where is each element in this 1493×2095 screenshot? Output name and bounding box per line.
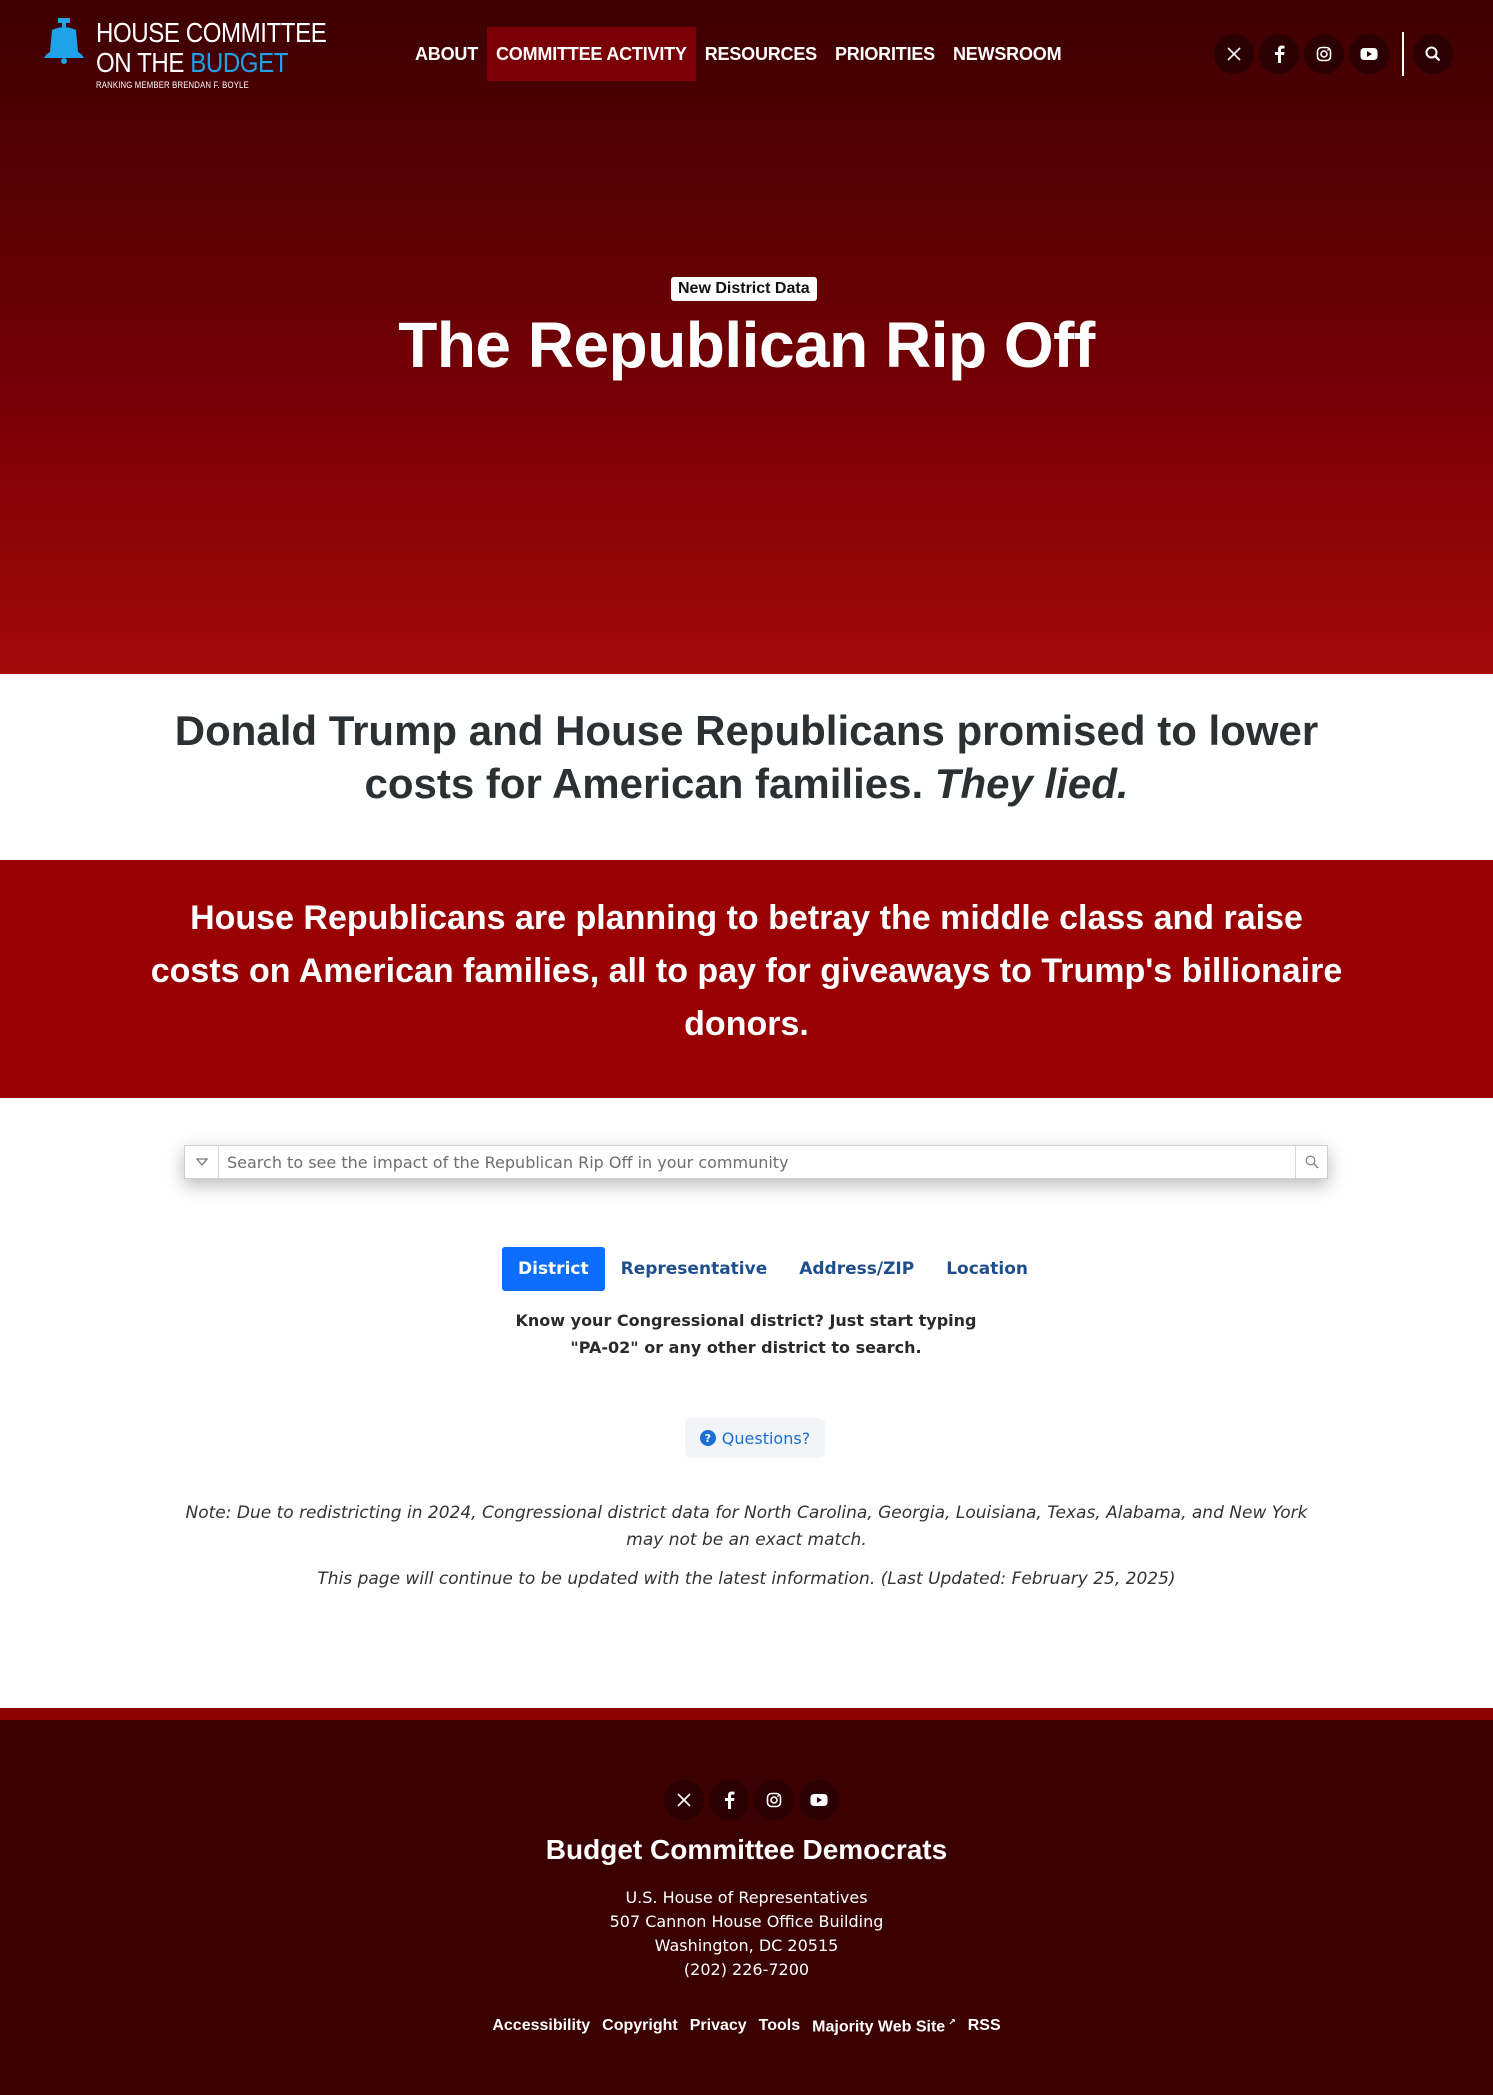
- header-social-links: [1214, 34, 1389, 74]
- tab-location[interactable]: Location: [930, 1247, 1044, 1291]
- liberty-bell-icon: [44, 18, 84, 64]
- x-icon[interactable]: [1214, 34, 1254, 74]
- questions-label: Questions?: [721, 1428, 811, 1448]
- search-mode-tabs: District Representative Address/ZIP Loca…: [502, 1247, 1044, 1291]
- tab-district[interactable]: District: [502, 1247, 605, 1291]
- nav-item-priorities[interactable]: PRIORITIES: [826, 27, 944, 81]
- promise-section: Donald Trump and House Republicans promi…: [0, 674, 1493, 860]
- questions-button[interactable]: ? Questions?: [685, 1418, 825, 1458]
- facebook-icon[interactable]: [709, 1780, 749, 1820]
- question-icon: ?: [699, 1430, 716, 1446]
- header-divider: [1402, 32, 1404, 76]
- footer-link-majority-web-site[interactable]: Majority Web Site ↗: [812, 2017, 956, 2036]
- youtube-icon[interactable]: [1349, 34, 1389, 74]
- footer-links: Accessibility Copyright Privacy Tools Ma…: [0, 2017, 1493, 2036]
- instagram-icon[interactable]: [754, 1780, 794, 1820]
- logo-line-1: HOUSE COMMITTEE: [96, 17, 327, 48]
- site-footer: Budget Committee Democrats U.S. House of…: [0, 1708, 1493, 2095]
- site-logo[interactable]: HOUSE COMMITTEE ON THE BUDGET RANKING ME…: [44, 18, 327, 92]
- search-icon[interactable]: [1413, 34, 1453, 74]
- redistricting-note: Note: Due to redistricting in 2024, Cong…: [185, 1503, 1308, 1550]
- address-line: 507 Cannon House Office Building: [609, 1912, 884, 1931]
- youtube-icon[interactable]: [799, 1780, 839, 1820]
- betrayal-banner: House Republicans are planning to betray…: [0, 860, 1493, 1098]
- logo-subline: RANKING MEMBER BRENDAN F. BOYLE: [96, 80, 249, 90]
- footer-link-rss[interactable]: RSS: [968, 2017, 1001, 2036]
- footer-link-accessibility[interactable]: Accessibility: [492, 2017, 590, 2036]
- footer-title: Budget Committee Democrats: [545, 1834, 948, 1865]
- new-data-badge: New District Data: [671, 277, 817, 301]
- main-nav: ABOUT COMMITTEE ACTIVITY RESOURCES PRIOR…: [406, 27, 1070, 81]
- nav-item-about[interactable]: ABOUT: [406, 27, 487, 81]
- address-line: U.S. House of Representatives: [625, 1888, 868, 1907]
- page-title: The Republican Rip Off: [398, 309, 1095, 381]
- footer-link-tools[interactable]: Tools: [759, 2017, 800, 2036]
- facebook-icon[interactable]: [1259, 34, 1299, 74]
- nav-item-committee-activity[interactable]: COMMITTEE ACTIVITY: [487, 27, 696, 81]
- external-link-icon: ↗: [948, 2017, 956, 2027]
- address-line: Washington, DC 20515: [654, 1936, 839, 1955]
- triangle-down-icon: [195, 1158, 208, 1166]
- footer-address: U.S. House of Representatives 507 Cannon…: [0, 1886, 1493, 1982]
- footer-link-copyright[interactable]: Copyright: [602, 2017, 678, 2036]
- footer-link-privacy[interactable]: Privacy: [690, 2017, 747, 2036]
- last-updated-note: This page will continue to be updated wi…: [317, 1569, 1176, 1589]
- logo-line-2: ON THE BUDGET: [96, 47, 288, 78]
- tab-representative[interactable]: Representative: [605, 1247, 784, 1291]
- magnifier-icon: [1305, 1155, 1319, 1169]
- search-dropdown-toggle[interactable]: [185, 1146, 219, 1178]
- district-hint: Know your Congressional district? Just s…: [515, 1311, 977, 1357]
- nav-item-resources[interactable]: RESOURCES: [696, 27, 826, 81]
- search-submit-button[interactable]: [1295, 1146, 1327, 1178]
- betrayal-text: House Republicans are planning to betray…: [150, 899, 1343, 1043]
- nav-item-newsroom[interactable]: NEWSROOM: [944, 27, 1070, 81]
- x-icon[interactable]: [664, 1780, 704, 1820]
- community-search: [184, 1145, 1328, 1179]
- hero-section: HOUSE COMMITTEE ON THE BUDGET RANKING ME…: [0, 0, 1493, 674]
- tab-address-zip[interactable]: Address/ZIP: [783, 1247, 930, 1291]
- promise-heading: Donald Trump and House Republicans promi…: [174, 707, 1319, 807]
- phone-number: (202) 226-7200: [683, 1960, 810, 1979]
- instagram-icon[interactable]: [1304, 34, 1344, 74]
- footer-social-links: [664, 1780, 839, 1820]
- search-input[interactable]: [219, 1146, 1295, 1178]
- they-lied-emphasis: They lied.: [934, 760, 1129, 807]
